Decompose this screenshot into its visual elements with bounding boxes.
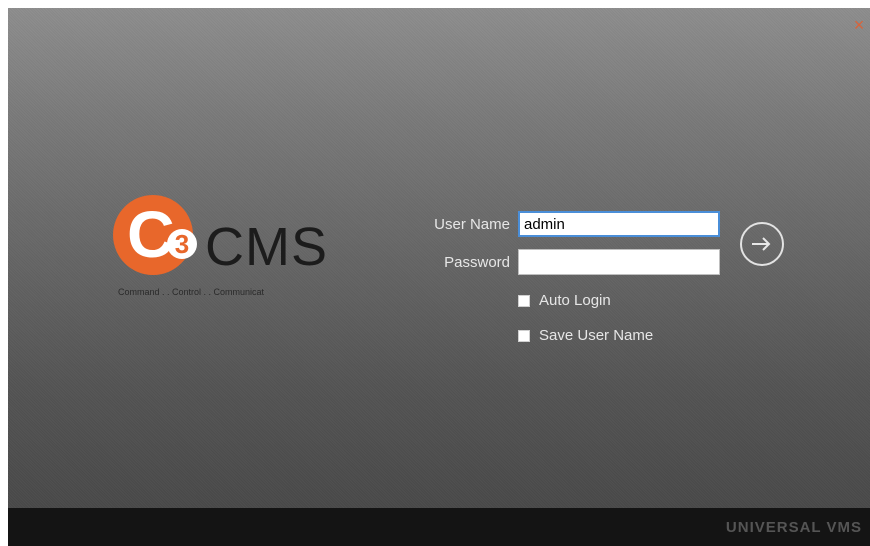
login-window: × C 3 CMS Command . . Control . . Commun…	[8, 8, 870, 546]
logo-letter: C	[127, 197, 175, 271]
auto-login-checkbox[interactable]: Auto Login	[518, 292, 611, 309]
close-button[interactable]: ×	[850, 16, 868, 34]
password-label: Password	[444, 254, 510, 271]
username-input[interactable]	[518, 211, 720, 237]
footer-bar: UNIVERSAL VMS	[8, 508, 870, 546]
logo-name: CMS	[205, 217, 328, 277]
password-input[interactable]	[518, 249, 720, 275]
logo-tagline: Command . . Control . . Communicat	[118, 287, 265, 297]
app-logo: C 3 CMS Command . . Control . . Communic…	[113, 195, 353, 305]
auto-login-label: Auto Login	[539, 292, 611, 309]
auto-login-checkbox-box[interactable]	[518, 294, 530, 307]
save-username-checkbox-box[interactable]	[518, 329, 530, 342]
login-arrow-icon	[752, 237, 771, 251]
save-username-checkbox[interactable]: Save User Name	[518, 327, 653, 344]
save-username-label: Save User Name	[539, 327, 654, 344]
logo-number: 3	[167, 229, 197, 259]
logo-mark: C 3	[113, 195, 197, 275]
login-button[interactable]	[740, 222, 784, 266]
brand-label: UNIVERSAL VMS	[725, 519, 862, 536]
username-label: User Name	[434, 216, 510, 233]
